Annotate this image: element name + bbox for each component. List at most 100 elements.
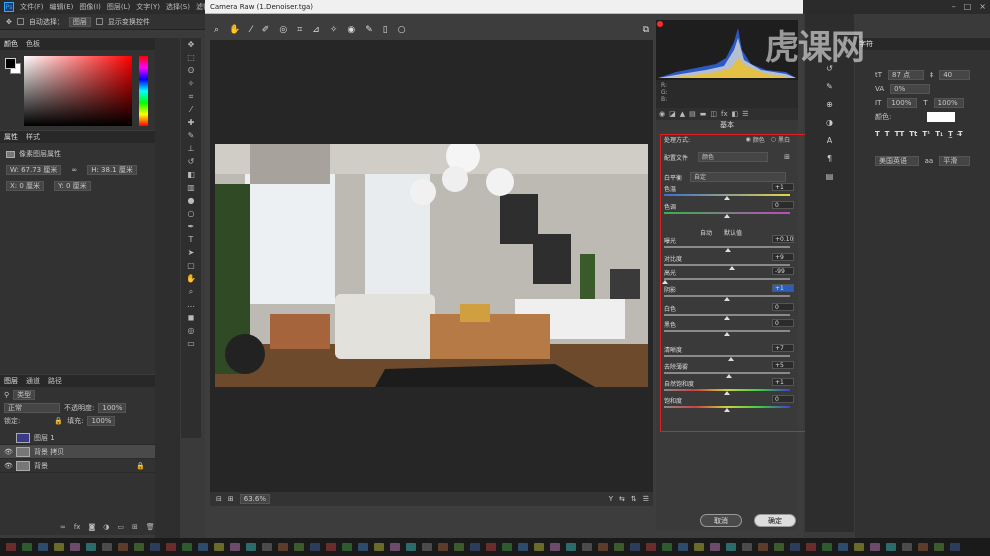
taskbar-app-icon[interactable]	[198, 543, 208, 551]
blend-mode-dropdown[interactable]: 正常	[4, 403, 60, 413]
taskbar-app-icon[interactable]	[854, 543, 864, 551]
taskbar-app-icon[interactable]	[118, 543, 128, 551]
taskbar-app-icon[interactable]	[726, 543, 736, 551]
y-field[interactable]: Y: 0 厘米	[54, 181, 91, 191]
open-preferences-icon[interactable]: ⧉	[643, 25, 649, 35]
foreground-color-swatch[interactable]	[5, 58, 16, 69]
tab-channels[interactable]: 通道	[26, 376, 40, 386]
taskbar-app-icon[interactable]	[822, 543, 832, 551]
taskbar-app-icon[interactable]	[438, 543, 448, 551]
taskbar-app-icon[interactable]	[134, 543, 144, 551]
language-dropdown[interactable]: 美国英语	[875, 156, 919, 166]
vertical-scale-field[interactable]: 100%	[887, 98, 918, 108]
fx-icon[interactable]: fx	[74, 523, 81, 531]
superscript-icon[interactable]: T¹	[922, 130, 930, 138]
type-tool-icon[interactable]: T	[181, 233, 201, 246]
move-tool-icon[interactable]: ✥	[6, 18, 12, 26]
brush-icon[interactable]: ✎	[365, 25, 373, 35]
tab-styles[interactable]: 样式	[26, 132, 40, 142]
all-caps-icon[interactable]: TT	[895, 130, 905, 138]
taskbar-app-icon[interactable]	[54, 543, 64, 551]
taskbar-app-icon[interactable]	[758, 543, 768, 551]
height-field[interactable]: H: 38.1 厘米	[87, 165, 137, 175]
taskbar-app-icon[interactable]	[790, 543, 800, 551]
taskbar-app-icon[interactable]	[166, 543, 176, 551]
taskbar-app-icon[interactable]	[70, 543, 80, 551]
lock-icon[interactable]: 🔒	[54, 417, 63, 425]
taskbar-app-icon[interactable]	[470, 543, 480, 551]
taskbar-app-icon[interactable]	[598, 543, 608, 551]
zoom-out-icon[interactable]: ⊟	[216, 495, 222, 503]
underline-icon[interactable]: T̲	[948, 130, 953, 138]
tab-layers[interactable]: 图层	[4, 376, 18, 386]
target-adjust-icon[interactable]: ◎	[279, 25, 287, 35]
faux-bold-icon[interactable]: T	[875, 130, 880, 138]
maximize-icon[interactable]: □	[964, 2, 972, 11]
zoom-level-dropdown[interactable]: 63.6%	[239, 494, 270, 504]
taskbar-app-icon[interactable]	[358, 543, 368, 551]
taskbar-app-icon[interactable]	[710, 543, 720, 551]
taskbar-app-icon[interactable]	[262, 543, 272, 551]
mask-icon[interactable]: ◙	[88, 523, 95, 531]
dodge-tool-icon[interactable]: ○	[181, 207, 201, 220]
anti-alias-dropdown[interactable]: 平滑	[939, 156, 970, 166]
quick-mask-icon[interactable]: ◎	[181, 324, 201, 337]
swap-icon[interactable]: ⇆	[619, 495, 625, 503]
text-color-swatch[interactable]	[927, 112, 956, 122]
link-icon[interactable]: ∞	[71, 166, 77, 174]
folder-icon[interactable]: ▭	[117, 523, 124, 531]
taskbar-app-icon[interactable]	[326, 543, 336, 551]
shape-tool-icon[interactable]: ▢	[181, 259, 201, 272]
taskbar-app-icon[interactable]	[502, 543, 512, 551]
taskbar-app-icon[interactable]	[550, 543, 560, 551]
taskbar-app-icon[interactable]	[22, 543, 32, 551]
taskbar-app-icon[interactable]	[534, 543, 544, 551]
glyphs-icon[interactable]: ▤	[826, 172, 834, 181]
tab-paths[interactable]: 路径	[48, 376, 62, 386]
pen-tool-icon[interactable]: ✒	[181, 220, 201, 233]
magic-wand-icon[interactable]: ✧	[181, 77, 201, 90]
copy-settings-icon[interactable]: ⇅	[631, 495, 637, 503]
presets-icon[interactable]: ☰	[742, 110, 748, 118]
font-size-field[interactable]: 87 点	[888, 70, 924, 80]
taskbar-app-icon[interactable]	[870, 543, 880, 551]
before-after-icon[interactable]: Y	[609, 495, 613, 503]
move-tool-icon[interactable]: ✥	[181, 38, 201, 51]
taskbar-app-icon[interactable]	[150, 543, 160, 551]
taskbar-app-icon[interactable]	[278, 543, 288, 551]
detail-icon[interactable]: ▲	[680, 110, 685, 118]
hand-icon[interactable]: ✋	[229, 25, 240, 35]
layer-row[interactable]: 图层 1	[0, 431, 155, 445]
taskbar-app-icon[interactable]	[310, 543, 320, 551]
show-transform-checkbox[interactable]	[95, 18, 103, 25]
taskbar-app-icon[interactable]	[102, 543, 112, 551]
color-sampler-icon[interactable]: ✐	[262, 25, 270, 35]
horizontal-scale-field[interactable]: 100%	[933, 98, 964, 108]
lasso-tool-icon[interactable]: ʘ	[181, 64, 201, 77]
taskbar-app-icon[interactable]	[950, 543, 960, 551]
color-picker-field[interactable]	[24, 56, 132, 126]
taskbar-app-icon[interactable]	[486, 543, 496, 551]
calibration-icon[interactable]: ◧	[732, 110, 739, 118]
taskbar-app-icon[interactable]	[742, 543, 752, 551]
cancel-button[interactable]: 取消	[700, 514, 742, 527]
crop-icon[interactable]: ⌗	[297, 25, 302, 35]
link-layers-icon[interactable]: ∞	[60, 523, 66, 531]
taskbar-app-icon[interactable]	[214, 543, 224, 551]
marquee-tool-icon[interactable]: ⬚	[181, 51, 201, 64]
minimize-icon[interactable]: –	[952, 2, 956, 11]
clone-source-icon[interactable]: ⊕	[826, 100, 833, 109]
opacity-field[interactable]: 100%	[98, 403, 127, 413]
spot-removal-icon[interactable]: ✧	[330, 25, 338, 35]
tone-curve-icon[interactable]: ◪	[669, 110, 676, 118]
split-toning-icon[interactable]: ▬	[700, 110, 707, 118]
straighten-icon[interactable]: ⊿	[312, 25, 320, 35]
close-icon[interactable]: ×	[979, 2, 986, 11]
taskbar-app-icon[interactable]	[614, 543, 624, 551]
hand-tool-icon[interactable]: ✋	[181, 272, 201, 285]
taskbar-app-icon[interactable]	[566, 543, 576, 551]
more-tools-icon[interactable]: …	[181, 298, 201, 311]
width-field[interactable]: W: 67.73 厘米	[6, 165, 62, 175]
layer-kind-filter[interactable]: 类型	[13, 390, 36, 400]
taskbar-app-icon[interactable]	[518, 543, 528, 551]
